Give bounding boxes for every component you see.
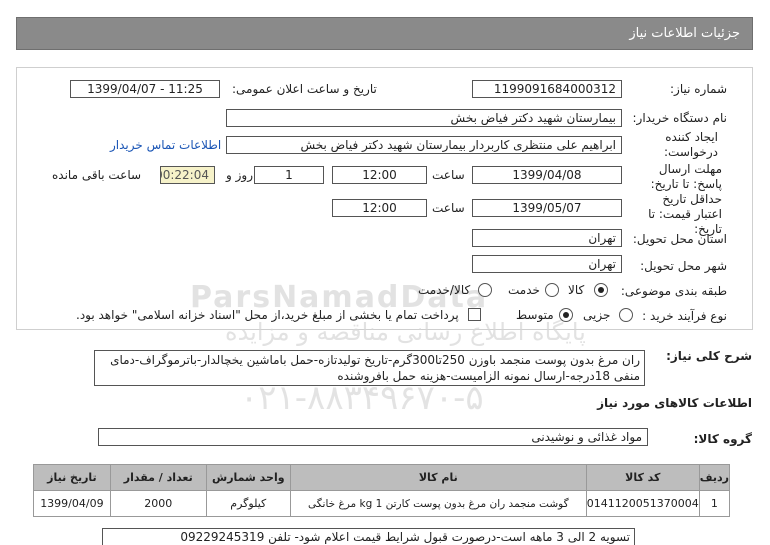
buyer-label: نام دستگاه خریدار: (632, 111, 728, 125)
col-quantity: تعداد / مقدار (109, 464, 207, 491)
creator-field: ابراهیم علی منتظری کاربردار بیمارستان شه… (226, 136, 622, 154)
reply-date-field: 1399/04/08 (472, 166, 622, 184)
cell-need-date: 1399/04/09 (33, 490, 111, 517)
category-goods-service-radio[interactable] (478, 283, 492, 297)
announce-field: 1399/04/07 - 11:25 (70, 80, 220, 98)
page-title: جزئیات اطلاعات نیاز (629, 26, 740, 41)
process-minor-label: جزیی (583, 308, 611, 322)
creator-label: ایجاد کننده درخواست: (664, 130, 718, 159)
category-label: طبقه بندی موضوعی: (620, 284, 727, 298)
process-label: نوع فرآیند خرید : (642, 309, 727, 323)
treasury-payment-label: پرداخت تمام یا بخشی از مبلغ خرید،از محل … (76, 308, 459, 322)
province-label: استان محل تحویل: (632, 232, 727, 246)
goods-table-header: ردیف کد کالا نام کالا واحد شمارش تعداد /… (33, 464, 731, 491)
page-header: جزئیات اطلاعات نیاز (16, 17, 753, 50)
province-field: تهران (472, 229, 622, 247)
category-goods-radio[interactable] (594, 283, 608, 297)
col-name: نام کالا (289, 464, 587, 491)
need-number-label: شماره نیاز: (670, 82, 727, 96)
validity-time-label: ساعت (432, 201, 465, 215)
goods-table: ردیف کد کالا نام کالا واحد شمارش تعداد /… (33, 464, 731, 517)
category-goods-label: کالا (568, 283, 585, 297)
watermark-subtitle: پایگاه اطلاع رسانی مناقصه و مزایده (225, 318, 586, 346)
reply-deadline-label: مهلت ارسال پاسخ: تا تاریخ: (650, 162, 722, 191)
table-row: 1 0141120051370004 گوشت منجمد ران مرغ بد… (33, 490, 731, 517)
col-row: ردیف (698, 464, 731, 491)
cell-code: 0141120051370004 (585, 490, 700, 517)
reply-time-label: ساعت (432, 168, 465, 182)
remaining-label: ساعت باقی مانده (52, 168, 142, 182)
need-number-field: 1199091684000312 (472, 80, 622, 98)
category-service-radio[interactable] (545, 283, 559, 297)
buyer-field: بیمارستان شهید دکتر فیاض بخش (226, 109, 622, 127)
days-field: 1 (254, 166, 324, 184)
cell-name: گوشت منجمد ران مرغ بدون پوست کارتن 1 kg … (289, 490, 587, 517)
goods-section-title: اطلاعات کالاهای مورد نیاز (597, 396, 752, 410)
summary-label: شرح کلی نیاز: (666, 349, 752, 363)
cell-quantity: 2000 (109, 490, 207, 517)
col-unit: واحد شمارش (205, 464, 291, 491)
col-need-date: تاریخ نیاز (33, 464, 111, 491)
city-field: تهران (472, 255, 622, 273)
remaining-time-field: 00:22:04 (160, 166, 215, 184)
buyer-note: تسویه 2 الی 3 ماهه است-درصورت قبول شرایط… (102, 528, 635, 545)
buyer-contact-link[interactable]: اطلاعات تماس خریدار (110, 138, 221, 152)
cell-row: 1 (698, 490, 731, 517)
goods-group-label: گروه کالا: (693, 432, 752, 446)
summary-text: ران مرغ بدون پوست منجمد باوزن 250تا300گر… (94, 350, 645, 386)
announce-label: تاریخ و ساعت اعلان عمومی: (232, 82, 377, 96)
process-minor-radio[interactable] (619, 308, 633, 322)
process-medium-radio[interactable] (559, 308, 573, 322)
category-service-label: خدمت (508, 283, 540, 297)
goods-group-field: مواد غذائی و نوشیدنی (98, 428, 648, 446)
validity-time-field: 12:00 (332, 199, 427, 217)
cell-unit: کیلوگرم (205, 490, 291, 517)
process-medium-label: متوسط (516, 308, 554, 322)
days-label: روز و (226, 168, 253, 182)
reply-time-field: 12:00 (332, 166, 427, 184)
category-goods-service-label: کالا/خدمت (418, 283, 471, 297)
treasury-payment-checkbox[interactable] (468, 308, 481, 321)
validity-label: حداقل تاریخ اعتبار قیمت: تا تاریخ: (648, 192, 722, 236)
validity-date-field: 1399/05/07 (472, 199, 622, 217)
col-code: کد کالا (585, 464, 700, 491)
city-label: شهر محل تحویل: (640, 259, 727, 273)
